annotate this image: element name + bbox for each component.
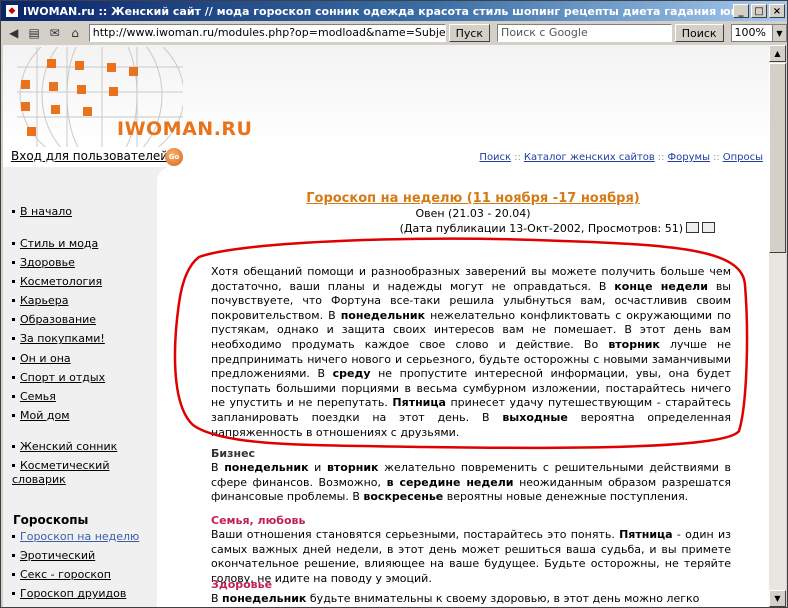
bold-run: Пятница (392, 396, 446, 410)
go-button[interactable]: Пуск (448, 24, 491, 42)
scroll-down-icon[interactable]: ▼ (769, 590, 786, 607)
article-meta-text: (Дата публикации 13-Окт-2002, Просмотров… (399, 222, 683, 235)
article-title[interactable]: Гороскоп на неделю (11 ноября -17 ноября… (211, 191, 735, 206)
bold-run: вторник (608, 337, 660, 351)
health-section: Здоровье В понедельник будьте внимательны… (211, 578, 731, 607)
bold-run: конце недели (614, 279, 708, 293)
scrollbar-thumb[interactable] (769, 63, 786, 253)
article-subtitle: Овен (21.03 - 20.04) (415, 207, 531, 220)
bold-run: понедельник (222, 592, 307, 605)
chevron-down-icon: ▼ (772, 25, 786, 41)
browser-app-icon: ◆ (5, 4, 19, 18)
intro-paragraph: Хотя обещаний помощи и разнообразных зав… (211, 265, 731, 440)
bold-run: Пятница (619, 528, 673, 541)
text-run: и (308, 461, 327, 474)
window-title: IWOMAN.ru :: Женский сайт // мода гороск… (23, 4, 733, 18)
mail-icon[interactable]: ✉ (46, 24, 63, 42)
text-run: В (211, 592, 223, 605)
address-input[interactable]: http://www.iwoman.ru/modules.php?op=modl… (88, 24, 446, 42)
browser-toolbar: ◀ ▤ ✉ ⌂ http://www.iwoman.ru/modules.php… (1, 22, 787, 44)
bold-run: вторник (326, 461, 379, 474)
back-icon[interactable]: ◀ (5, 24, 22, 42)
minimize-button[interactable]: _ (733, 4, 749, 18)
zoom-value: 100% (734, 26, 766, 39)
search-button[interactable]: Поиск (674, 24, 724, 42)
page-viewport: IWOMAN.RU Вход для пользователей Go Поис… (3, 45, 769, 607)
bold-run: понедельник (340, 308, 426, 322)
bold-run: воскресенье (363, 490, 444, 504)
print-icon[interactable] (686, 222, 699, 233)
scroll-up-icon[interactable]: ▲ (769, 45, 786, 62)
bold-run: среду (332, 367, 371, 381)
text-run: будьте внимательны к своему здоровью, в … (306, 592, 700, 605)
print-icon[interactable]: ▤ (25, 24, 42, 42)
family-heading: Семья, любовь (211, 514, 306, 527)
bold-run: выходные (502, 410, 568, 424)
bold-run: понедельник (224, 461, 309, 474)
text-run: вероятны новые денежные поступления. (443, 490, 689, 504)
maximize-button[interactable]: □ (751, 4, 767, 18)
text-run: В (211, 461, 225, 474)
article: Гороскоп на неделю (11 ноября -17 ноября… (3, 45, 769, 607)
text-run: Ваши отношения становятся серьезными, по… (211, 528, 620, 541)
bold-run: в середине недели (386, 475, 514, 489)
browser-window: ◆ IWOMAN.ru :: Женский сайт // мода горо… (0, 0, 788, 608)
search-input[interactable]: Поиск с Google (497, 24, 672, 42)
article-meta: (Дата публикации 13-Окт-2002, Просмотров… (211, 222, 735, 235)
business-section: Бизнес В понедельник и вторник желательно… (211, 447, 731, 505)
zoom-select[interactable]: 100% ▼ (730, 24, 787, 42)
title-bar: ◆ IWOMAN.ru :: Женский сайт // мода горо… (1, 1, 787, 21)
business-heading: Бизнес (211, 447, 256, 460)
health-heading: Здоровье (211, 578, 273, 591)
family-section: Семья, любовь Ваши отношения становятся с… (211, 514, 731, 586)
home-icon[interactable]: ⌂ (66, 24, 83, 42)
print-friendly-icon[interactable] (702, 222, 715, 233)
close-button[interactable]: × (769, 4, 785, 18)
vertical-scrollbar[interactable]: ▲ ▼ (769, 45, 786, 607)
